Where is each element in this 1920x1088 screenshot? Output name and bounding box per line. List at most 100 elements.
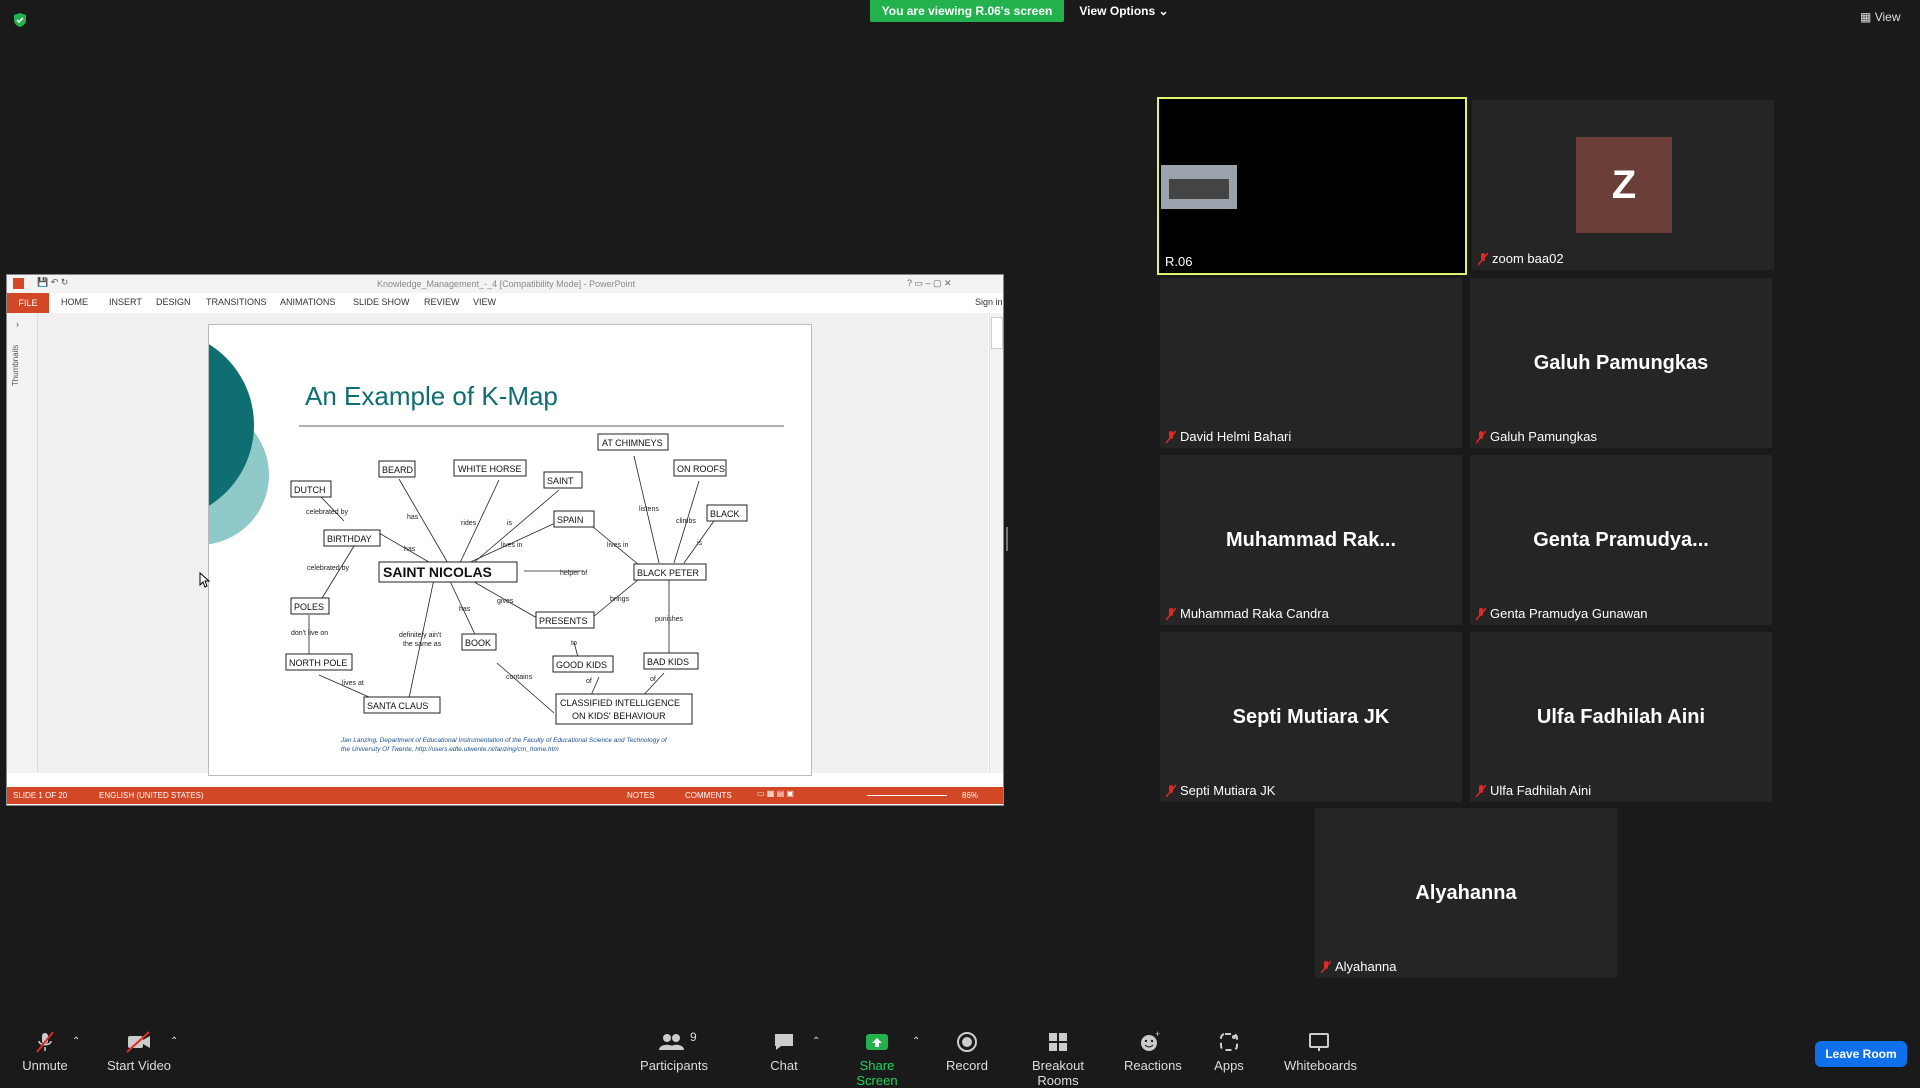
- mic-muted-icon: [1477, 252, 1489, 266]
- link-label: has: [404, 546, 416, 553]
- tab-insert[interactable]: INSERT: [109, 297, 142, 307]
- svg-text:AT CHIMNEYS: AT CHIMNEYS: [602, 438, 663, 448]
- ppt-document-title: Knowledge_Management_-_4 [Compatibility …: [377, 279, 636, 289]
- mic-muted-icon: [1165, 784, 1177, 798]
- whiteboards-button[interactable]: Whiteboards: [1284, 1030, 1357, 1073]
- participant-name-label: David Helmi Bahari: [1165, 429, 1291, 444]
- participant-tile-ulfa[interactable]: Ulfa Fadhilah Aini Ulfa Fadhilah Aini: [1470, 632, 1772, 802]
- whiteboards-label: Whiteboards: [1284, 1058, 1357, 1073]
- zoom-level[interactable]: 86%: [962, 791, 978, 800]
- tab-review[interactable]: REVIEW: [424, 297, 460, 307]
- link-label: the same as: [403, 641, 442, 648]
- video-options-chevron-icon[interactable]: ⌃: [170, 1036, 178, 1047]
- record-label: Record: [946, 1058, 988, 1073]
- kmap-node: PRESENTS: [535, 611, 595, 629]
- svg-text:CLASSIFIED INTELLIGENCE: CLASSIFIED INTELLIGENCE: [560, 698, 680, 708]
- view-button[interactable]: ▦ View: [1860, 10, 1900, 24]
- smiley-plus-icon: +: [1141, 1030, 1160, 1051]
- participant-tile-galuh[interactable]: Galuh Pamungkas Galuh Pamungkas: [1470, 278, 1772, 448]
- view-options-button[interactable]: View Options ⌄: [1064, 0, 1184, 22]
- language-status[interactable]: ENGLISH (UNITED STATES): [99, 791, 204, 800]
- link-label: helper of: [560, 570, 587, 577]
- quick-access-icons[interactable]: 💾 ↶ ↻: [37, 277, 68, 288]
- link-label: is: [697, 540, 703, 547]
- sign-in-link[interactable]: Sign in: [975, 297, 1003, 307]
- svg-text:BAD KIDS: BAD KIDS: [647, 657, 689, 667]
- apps-button[interactable]: Apps: [1214, 1030, 1244, 1073]
- mic-muted-icon: [1165, 430, 1177, 444]
- share-screen-button[interactable]: Share Screen: [840, 1030, 914, 1088]
- participants-label: Participants: [640, 1058, 708, 1073]
- tab-transitions[interactable]: TRANSITIONS: [206, 297, 267, 307]
- participant-display-name: [1160, 278, 1462, 448]
- kmap-node: SPAIN: [553, 510, 595, 528]
- svg-text:BLACK: BLACK: [710, 509, 740, 519]
- chat-bubble-icon: [775, 1034, 793, 1050]
- link-label: contains: [506, 674, 533, 681]
- participant-tile-zoom-baa02[interactable]: Z zoom baa02: [1472, 100, 1774, 270]
- kmap-node: POLES: [290, 597, 330, 615]
- link-label: is: [507, 520, 513, 527]
- kmap-node: BOOK: [461, 633, 497, 651]
- svg-text:PRESENTS: PRESENTS: [539, 616, 588, 626]
- participant-name-label: Galuh Pamungkas: [1475, 429, 1597, 444]
- chat-options-chevron-icon[interactable]: ⌃: [812, 1036, 820, 1047]
- participant-tile-r06[interactable]: R.06: [1157, 97, 1467, 275]
- kmap-node: NORTH POLE: [285, 653, 353, 671]
- participants-icon: 9: [640, 1030, 708, 1054]
- kmap-node: WHITE HORSE: [453, 459, 527, 477]
- chat-button[interactable]: Chat: [766, 1030, 802, 1073]
- zoom-slider[interactable]: [867, 795, 947, 796]
- record-button[interactable]: Record: [946, 1030, 988, 1073]
- kmap-node: AT CHIMNEYS: [597, 433, 669, 451]
- share-options-chevron-icon[interactable]: ⌃: [912, 1036, 920, 1047]
- svg-text:WHITE HORSE: WHITE HORSE: [458, 464, 522, 474]
- participant-tile-genta[interactable]: Genta Pramudya... Genta Pramudya Gunawan: [1470, 455, 1772, 625]
- mouse-cursor-icon: [199, 572, 211, 588]
- link-label: celebrated by: [306, 509, 349, 516]
- tab-animations[interactable]: ANIMATIONS: [280, 297, 335, 307]
- participant-tile-muhammad[interactable]: Muhammad Rak... Muhammad Raka Candra: [1160, 455, 1462, 625]
- svg-text:BIRTHDAY: BIRTHDAY: [327, 534, 372, 544]
- reactions-button[interactable]: + Reactions: [1124, 1030, 1182, 1073]
- window-controls[interactable]: ? ▭ – ▢ ✕: [907, 278, 952, 289]
- slide-title: An Example of K-Map: [305, 381, 558, 411]
- audio-options-chevron-icon[interactable]: ⌃: [72, 1036, 80, 1047]
- view-mode-icons[interactable]: ▭ ▦ ▤ ▣: [757, 789, 794, 798]
- participants-count: 9: [690, 1030, 697, 1044]
- participant-name-label: R.06: [1165, 254, 1193, 269]
- powerpoint-logo-icon: [13, 278, 24, 289]
- video-camera-off-icon: [126, 1031, 150, 1053]
- security-shield-icon[interactable]: [12, 12, 28, 28]
- expand-chevron-icon[interactable]: ›: [16, 319, 19, 329]
- tab-slide-show[interactable]: SLIDE SHOW: [353, 297, 410, 307]
- vertical-scrollbar[interactable]: [989, 313, 1003, 773]
- tab-design[interactable]: DESIGN: [156, 297, 191, 307]
- thumbnails-label: Thumbnails: [11, 344, 21, 387]
- participant-tile-alyahanna[interactable]: Alyahanna Alyahanna: [1315, 808, 1617, 978]
- breakout-rooms-button[interactable]: Breakout Rooms: [1014, 1030, 1102, 1088]
- participant-tile-david[interactable]: David Helmi Bahari: [1160, 278, 1462, 448]
- kmap-node: SAINT NICOLAS: [378, 561, 518, 583]
- participant-name-label: Ulfa Fadhilah Aini: [1475, 783, 1591, 798]
- link-label: of: [586, 678, 592, 685]
- slide: An Example of K-Map AT CHIMNEYS BEARD WH…: [208, 324, 812, 776]
- comments-button[interactable]: COMMENTS: [685, 791, 732, 800]
- start-video-button[interactable]: Start Video: [106, 1030, 172, 1073]
- participant-tile-septi[interactable]: Septi Mutiara JK Septi Mutiara JK: [1160, 632, 1462, 802]
- panel-resize-handle[interactable]: [1006, 527, 1008, 551]
- scrollbar-thumb[interactable]: [991, 317, 1003, 349]
- svg-text:NORTH POLE: NORTH POLE: [289, 658, 347, 668]
- link-label: lives in: [607, 542, 629, 549]
- kmap-node: BAD KIDS: [643, 652, 699, 670]
- microphone-muted-icon: [36, 1031, 54, 1053]
- participants-button[interactable]: 9 Participants: [640, 1030, 708, 1073]
- kmap-node: SAINT: [543, 471, 583, 489]
- thumbnails-pane[interactable]: › Thumbnails: [7, 313, 38, 773]
- leave-room-button[interactable]: Leave Room: [1815, 1041, 1907, 1067]
- tab-view[interactable]: VIEW: [473, 297, 496, 307]
- unmute-button[interactable]: Unmute: [20, 1030, 70, 1073]
- tab-file[interactable]: FILE: [7, 293, 49, 313]
- tab-home[interactable]: HOME: [61, 297, 88, 307]
- notes-button[interactable]: NOTES: [627, 791, 655, 800]
